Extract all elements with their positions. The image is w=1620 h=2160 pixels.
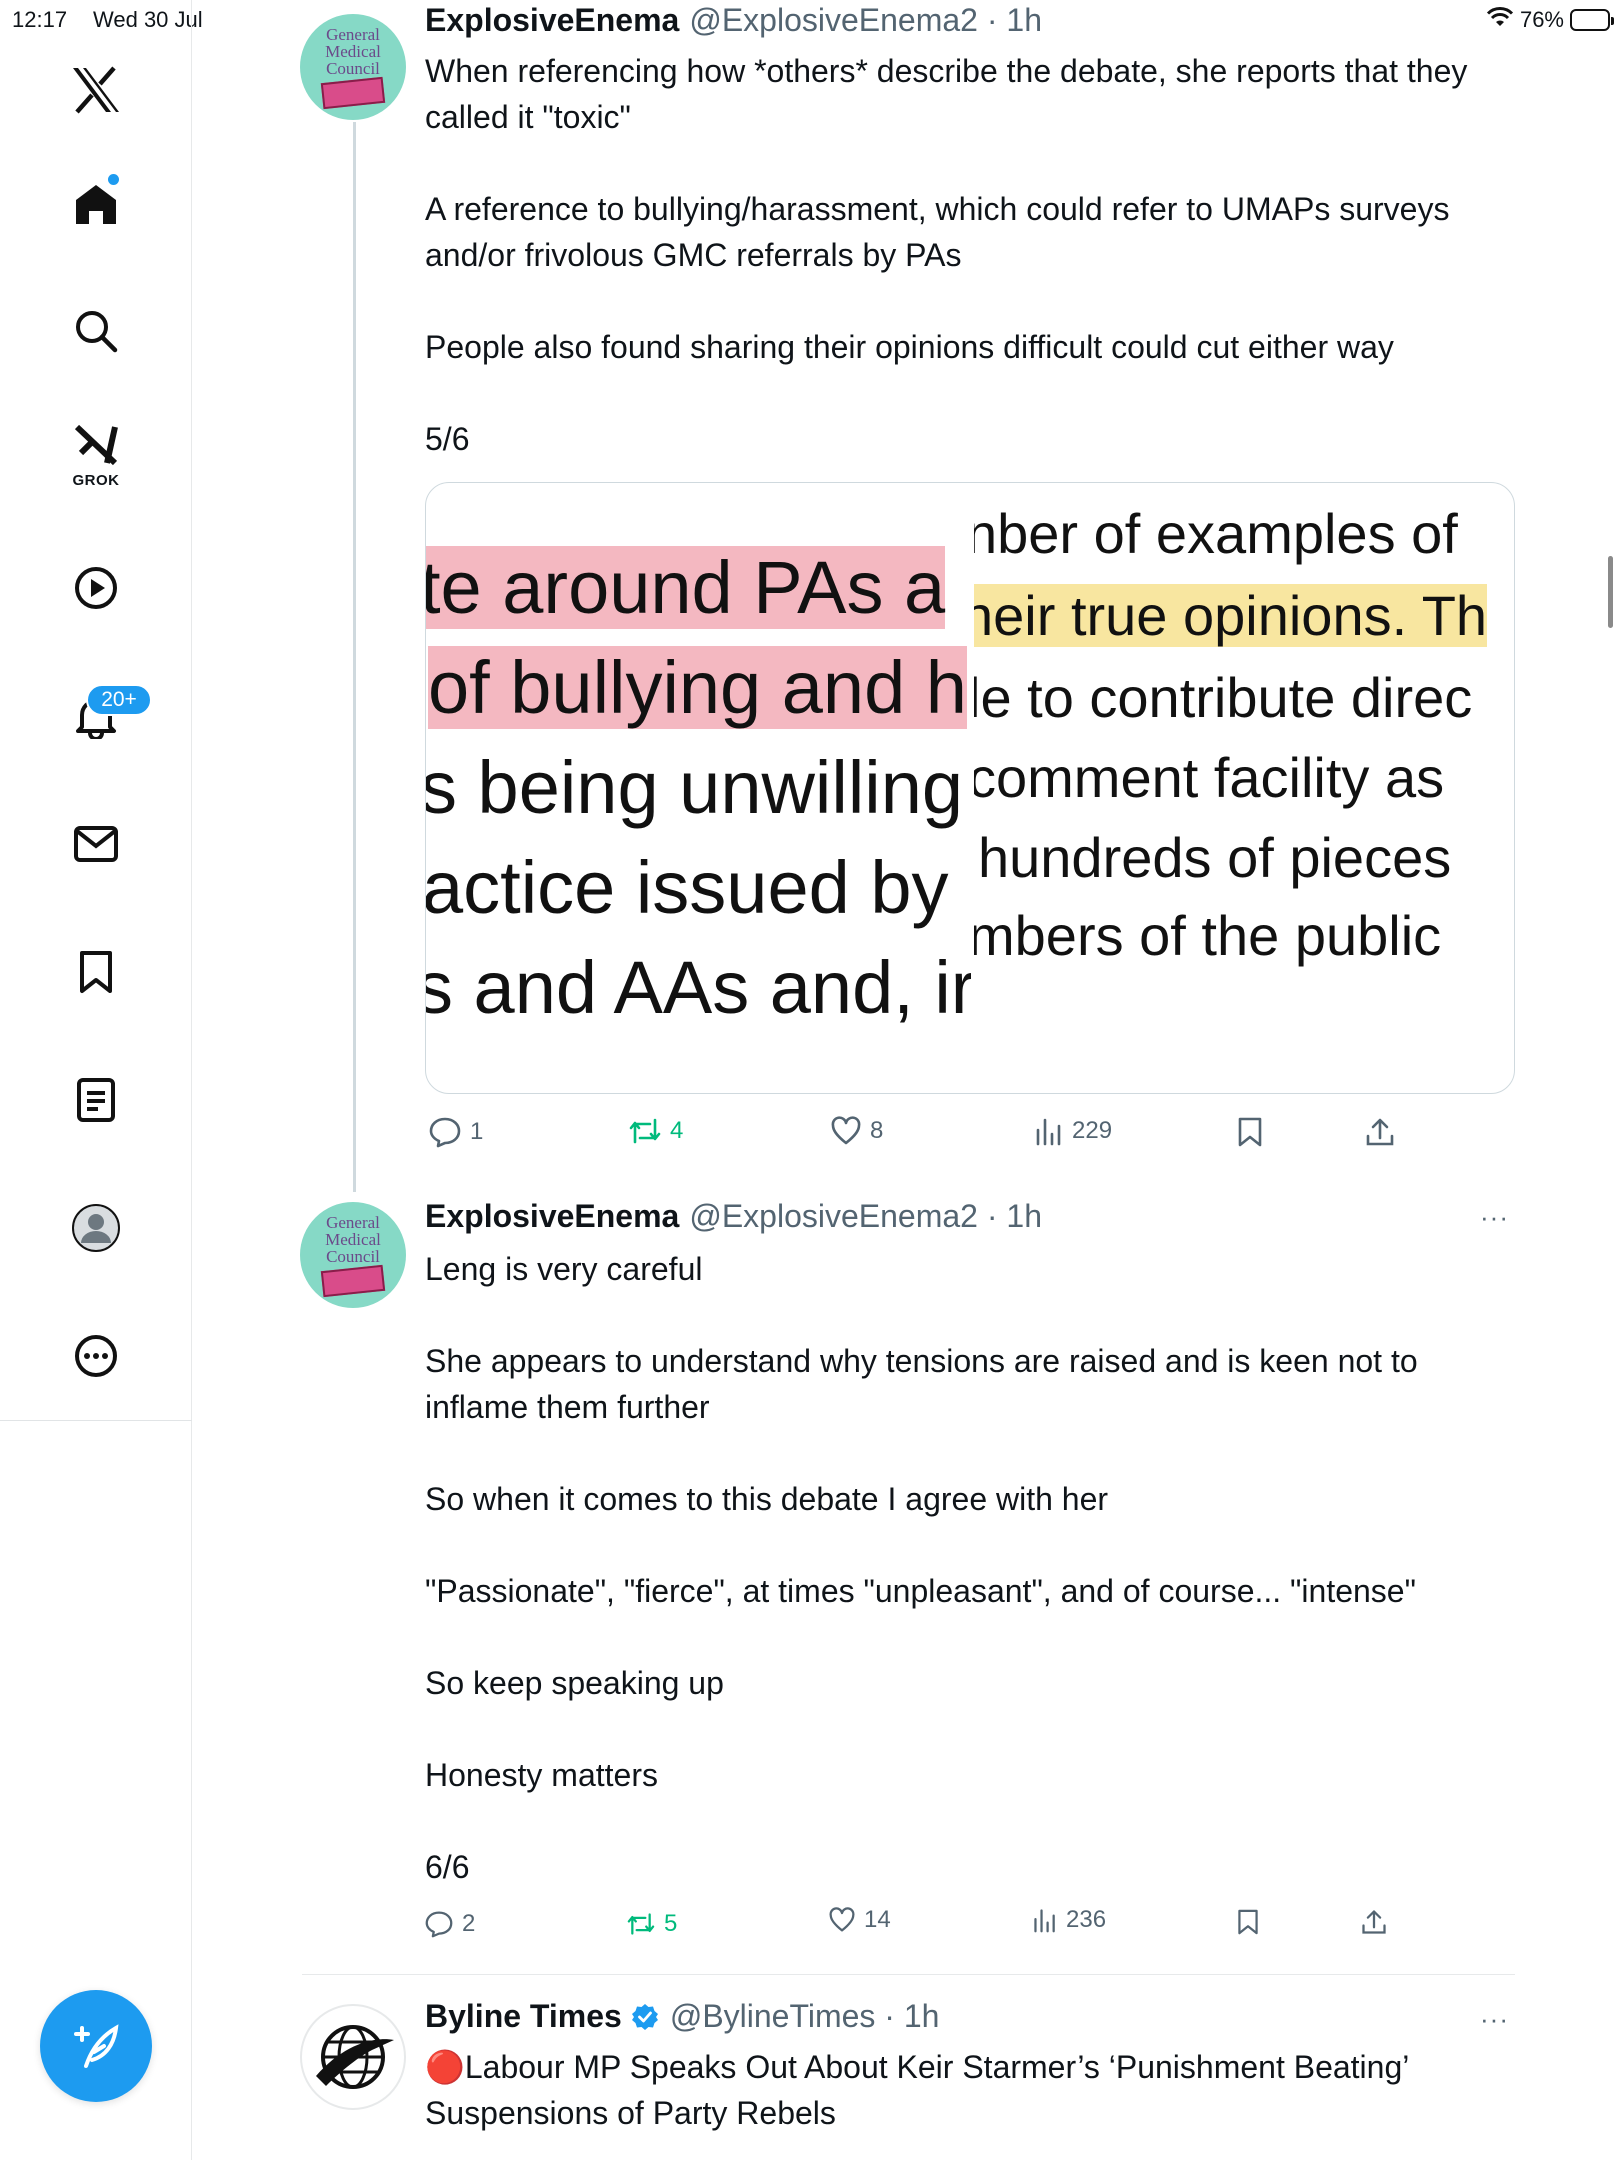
share-icon <box>1366 1118 1394 1146</box>
like-count: 8 <box>870 1117 884 1144</box>
like-button[interactable]: 8 <box>830 1116 883 1146</box>
share-button[interactable] <box>1360 1908 1388 1936</box>
byline-globe-icon <box>316 2025 394 2089</box>
scan-text: te around PAs a <box>426 546 946 629</box>
repost-button[interactable]: 5 <box>626 1910 677 1938</box>
bookmark-button[interactable] <box>1236 1908 1260 1936</box>
tweet-header: ExplosiveEnema @ExplosiveEnema2 · 1h <box>425 1198 1042 1235</box>
scan-text: comment facility as <box>974 746 1445 809</box>
views-count: 236 <box>1066 1906 1107 1933</box>
views-count: 229 <box>1072 1117 1113 1144</box>
profile-avatar-icon[interactable] <box>60 1192 132 1264</box>
home-unread-dot <box>108 174 119 185</box>
tweet-body: 🔴Labour MP Speaks Out About Keir Starmer… <box>425 2049 1418 2131</box>
home-icon[interactable] <box>60 168 132 240</box>
repost-button[interactable]: 4 <box>628 1116 683 1146</box>
compose-feather-icon <box>74 2024 119 2068</box>
views-chart-icon <box>1036 1118 1061 1146</box>
scan-text: of bullying and h <box>428 646 967 729</box>
reply-icon <box>429 1117 461 1148</box>
like-count: 14 <box>864 1906 891 1933</box>
reply-count: 2 <box>462 1910 476 1937</box>
repost-icon <box>627 1913 655 1935</box>
more-menu-icon[interactable]: ··· <box>1480 1202 1509 1233</box>
author-avatar[interactable] <box>300 2004 406 2110</box>
scan-text: s and AAs and, ir <box>426 946 971 1029</box>
more-options-icon[interactable] <box>60 1320 132 1392</box>
bookmark-icon <box>1238 1117 1262 1147</box>
views-chart-icon <box>1034 1909 1055 1933</box>
repost-count: 5 <box>664 1910 678 1937</box>
tweet-header: ExplosiveEnema @ExplosiveEnema2 · 1h <box>425 2 1042 39</box>
thread-connector-line <box>353 122 356 1192</box>
mail-icon[interactable] <box>60 808 132 880</box>
author-handle[interactable]: @BylineTimes · 1h <box>670 1998 940 2035</box>
repost-icon <box>629 1118 661 1144</box>
tweet-body: Leng is very careful She appears to unde… <box>425 1251 1418 1885</box>
repost-count: 4 <box>670 1117 684 1144</box>
share-button[interactable] <box>1364 1116 1396 1148</box>
scan-text: neir true opinions. Th <box>974 584 1488 647</box>
sidebar: GROK 20+ <box>0 0 192 2160</box>
author-name[interactable]: Byline Times <box>425 1998 622 2035</box>
like-button[interactable]: 14 <box>828 1906 891 1934</box>
notification-count-badge: 20+ <box>86 684 152 716</box>
media-scan-right: nber of examples of neir true opinions. … <box>974 483 1514 1093</box>
media-scan-left: te around PAs a of bullying and h s bein… <box>426 483 971 1093</box>
author-handle[interactable]: @ExplosiveEnema2 · 1h <box>689 2 1042 39</box>
scan-text: mbers of the public <box>974 904 1442 967</box>
bookmark-icon[interactable] <box>60 936 132 1008</box>
author-name[interactable]: ExplosiveEnema <box>425 2 679 39</box>
wifi-icon <box>1486 6 1514 34</box>
views-button[interactable]: 236 <box>1032 1906 1106 1934</box>
reply-button[interactable]: 2 <box>424 1910 475 1938</box>
battery-icon <box>1570 9 1614 31</box>
heart-icon <box>829 1907 855 1932</box>
x-logo-icon[interactable] <box>60 54 132 126</box>
grok-icon[interactable]: GROK <box>60 418 132 490</box>
author-name[interactable]: ExplosiveEnema <box>425 1198 679 1235</box>
tweet-separator <box>302 1974 1515 1975</box>
avatar-stamp <box>320 76 386 110</box>
views-button[interactable]: 229 <box>1034 1116 1112 1146</box>
battery-percent: 76% <box>1519 7 1564 32</box>
lists-icon[interactable] <box>60 1064 132 1136</box>
scan-text: actice issued by <box>426 846 949 929</box>
tweet-body: When referencing how *others* describe t… <box>425 53 1468 457</box>
reply-count: 1 <box>470 1118 484 1145</box>
tweet-media-image[interactable]: te around PAs a of bullying and h s bein… <box>425 482 1515 1094</box>
avatar-gmc-text: General Medical Council <box>325 1213 381 1266</box>
more-menu-icon[interactable]: ··· <box>1480 2004 1509 2035</box>
avatar-gmc-text: General Medical Council <box>325 25 381 78</box>
scrollbar[interactable] <box>1608 556 1613 628</box>
sidebar-divider <box>0 1420 192 1421</box>
tweet-header: Byline Times @BylineTimes · 1h <box>425 1998 939 2035</box>
author-handle[interactable]: @ExplosiveEnema2 · 1h <box>689 1198 1042 1235</box>
compose-post-button[interactable] <box>40 1990 152 2102</box>
scan-text: le to contribute direc <box>974 666 1473 729</box>
grok-label: GROK <box>72 472 120 489</box>
bookmark-icon <box>1238 1909 1258 1935</box>
status-indicators: 76% <box>1486 6 1614 34</box>
author-avatar[interactable]: General Medical Council <box>300 1202 406 1308</box>
verified-badge-icon <box>630 2002 660 2032</box>
bookmark-button[interactable] <box>1236 1116 1264 1148</box>
reply-icon <box>425 1911 453 1938</box>
scan-text: s being unwilling <box>426 746 964 829</box>
heart-icon <box>831 1116 861 1145</box>
reply-button[interactable]: 1 <box>428 1116 483 1148</box>
author-avatar[interactable]: General Medical Council <box>300 14 406 120</box>
scan-text: hundreds of pieces <box>978 826 1452 889</box>
video-icon[interactable] <box>60 552 132 624</box>
search-icon[interactable] <box>60 295 132 367</box>
share-icon <box>1362 1910 1386 1934</box>
avatar-stamp <box>320 1264 386 1298</box>
scan-text: nber of examples of <box>974 502 1458 565</box>
